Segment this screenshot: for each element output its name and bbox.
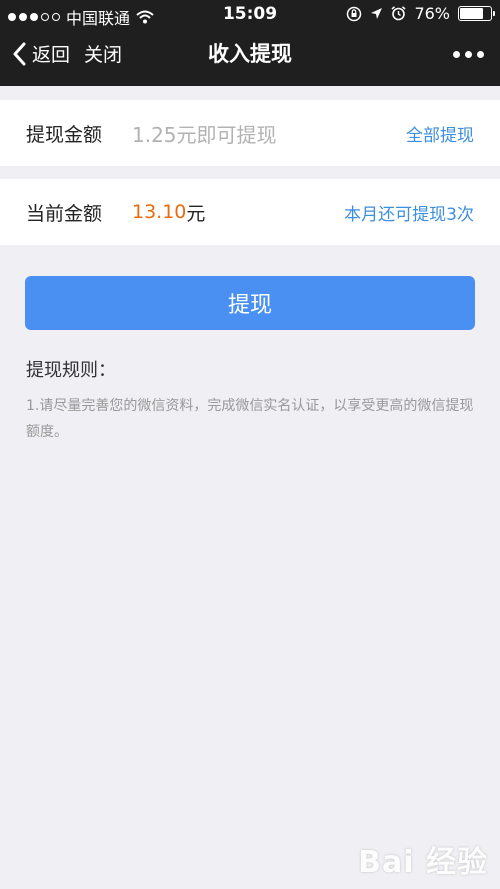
- remaining-withdrawals-info: 本月还可提现3次: [344, 204, 474, 225]
- more-dots-icon: [453, 51, 460, 58]
- battery-icon: [458, 6, 495, 21]
- withdraw-amount-input[interactable]: 1.25元即可提现: [132, 119, 406, 148]
- battery-percent: 76%: [414, 4, 450, 23]
- rules-text: 1.请尽量完善您的微信资料，完成微信实名认证，以享受更高的微信提现额度。: [26, 398, 474, 440]
- withdraw-button-label: 提现: [227, 293, 272, 318]
- battery-level-fill: [460, 8, 483, 19]
- alarm-icon: [391, 6, 406, 21]
- status-right: 76%: [346, 4, 495, 23]
- rotation-lock-icon: [347, 6, 362, 21]
- rules-title: 提现规则：: [26, 360, 116, 381]
- top-bar: 中国联通 15:09 76% 返回 关闭 收入提现: [0, 0, 500, 86]
- current-amount-unit: 元: [186, 202, 206, 225]
- current-amount-label: 当前金额: [26, 202, 103, 225]
- page-title: 收入提现: [208, 42, 292, 66]
- more-options-button[interactable]: [453, 51, 484, 58]
- withdraw-amount-label: 提现金额: [26, 123, 103, 146]
- current-amount-value: 13.10: [132, 201, 187, 223]
- current-amount-row: 当前金额 13.10 元 本月还可提现3次: [0, 179, 500, 245]
- location-icon: [371, 8, 383, 19]
- withdraw-amount-row: 提现金额 1.25元即可提现 全部提现: [0, 100, 500, 166]
- withdraw-all-link[interactable]: 全部提现: [406, 121, 474, 146]
- withdraw-button[interactable]: 提现: [25, 276, 475, 330]
- navigation-bar: 返回 关闭 收入提现: [0, 28, 500, 86]
- watermark-logo: Bai 经验: [358, 845, 488, 880]
- status-bar: 中国联通 15:09 76%: [0, 0, 500, 28]
